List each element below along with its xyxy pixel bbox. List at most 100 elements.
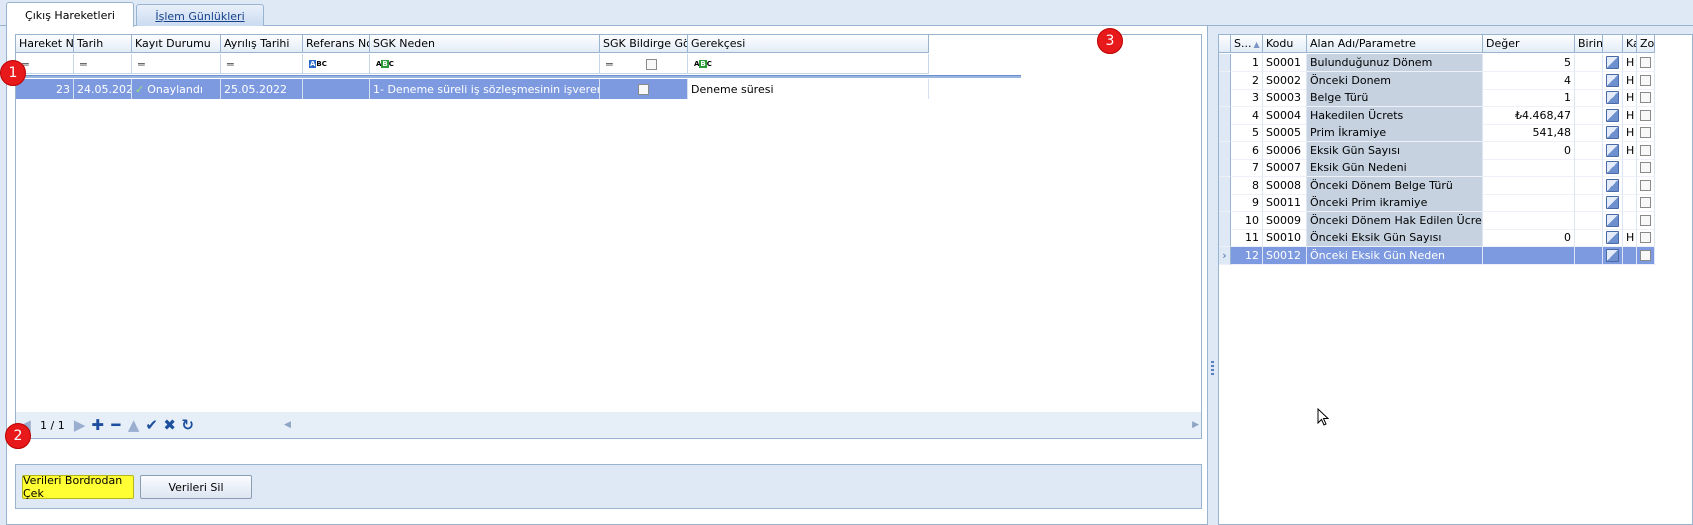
cell-alan-adi[interactable]: Eksik Gün Sayısı	[1307, 141, 1483, 160]
parameter-row[interactable]: › 12 S0012 Önceki Eksik Gün Neden	[1219, 246, 1655, 265]
delete-data-button[interactable]: Verileri Sil	[140, 475, 252, 499]
cell-alan-adi[interactable]: Önceki Dönem Belge Türü	[1307, 176, 1483, 195]
filter-cell[interactable]: ═	[132, 54, 221, 74]
parameter-row[interactable]: 6 S0006 Eksik Gün Sayısı 0 H	[1219, 141, 1655, 160]
col-birim[interactable]: Birim	[1575, 35, 1603, 53]
cell-alan-adi[interactable]: Hakedilen Ücrets	[1307, 106, 1483, 125]
col-edit[interactable]	[1603, 35, 1623, 53]
cell-birim[interactable]	[1575, 89, 1603, 107]
cell-kodu[interactable]: S0003	[1263, 89, 1307, 107]
parameter-row[interactable]: 2 S0002 Önceki Donem 4 H	[1219, 71, 1655, 90]
cell-zor[interactable]	[1637, 194, 1655, 212]
cell-edit[interactable]	[1603, 124, 1623, 142]
cell-ka[interactable]: H	[1623, 106, 1637, 125]
cell-edit[interactable]	[1603, 89, 1623, 107]
cell-sira[interactable]: 5	[1231, 124, 1263, 142]
cell-kodu[interactable]: S0008	[1263, 176, 1307, 195]
parameter-row[interactable]: 9 S0011 Önceki Prim ikramiye	[1219, 194, 1655, 212]
bildirge-checkbox[interactable]	[638, 83, 649, 95]
cell-deger[interactable]: 4	[1483, 71, 1575, 90]
cell-kodu[interactable]: S0011	[1263, 194, 1307, 212]
edit-up-icon[interactable]: ▲	[125, 414, 143, 436]
col-sgk-neden[interactable]: SGK Neden	[370, 35, 600, 53]
horizontal-scrollbar[interactable]: ◀ ▶	[284, 418, 1199, 432]
zorunlu-checkbox[interactable]	[1640, 74, 1651, 86]
parameter-row[interactable]: 1 S0001 Bulunduğunuz Dönem 5 H	[1219, 54, 1655, 72]
cell-deger[interactable]: 0	[1483, 141, 1575, 160]
cell-edit[interactable]	[1603, 71, 1623, 90]
cell-ka[interactable]	[1623, 246, 1637, 265]
cancel-icon[interactable]: ✖	[161, 414, 179, 436]
cell-sira[interactable]: 8	[1231, 176, 1263, 195]
col-kodu[interactable]: Kodu	[1263, 35, 1307, 53]
cell-deger[interactable]	[1483, 194, 1575, 212]
cell-sgk-neden[interactable]: 1- Deneme süreli iş sözleşmesinin işvere…	[370, 79, 600, 99]
cell-deger[interactable]: 0	[1483, 229, 1575, 247]
cell-zor[interactable]	[1637, 54, 1655, 72]
zorunlu-checkbox[interactable]	[1640, 179, 1651, 191]
cell-edit[interactable]	[1603, 54, 1623, 72]
tab-islem-gunlukleri[interactable]: İşlem Günlükleri	[136, 4, 264, 27]
cell-alan-adi[interactable]: Önceki Eksik Gün Sayısı	[1307, 229, 1483, 247]
cell-sira[interactable]: 7	[1231, 159, 1263, 177]
cell-deger[interactable]	[1483, 159, 1575, 177]
cell-zor[interactable]	[1637, 159, 1655, 177]
cell-sira[interactable]: 3	[1231, 89, 1263, 107]
cell-ka[interactable]	[1623, 159, 1637, 177]
zorunlu-checkbox[interactable]	[1640, 249, 1651, 261]
cell-kodu[interactable]: S0002	[1263, 71, 1307, 90]
edit-icon[interactable]	[1606, 56, 1619, 69]
col-alan-adi[interactable]: Alan Adı/Parametre	[1307, 35, 1483, 53]
col-deger[interactable]: Değer	[1483, 35, 1575, 53]
refresh-icon[interactable]: ↻	[179, 414, 197, 436]
cell-deger[interactable]	[1483, 246, 1575, 265]
edit-icon[interactable]	[1606, 91, 1619, 104]
cell-edit[interactable]	[1603, 176, 1623, 195]
cell-birim[interactable]	[1575, 229, 1603, 247]
col-referans-no[interactable]: Referans No	[303, 35, 370, 53]
cell-birim[interactable]	[1575, 159, 1603, 177]
cell-ka[interactable]: H	[1623, 124, 1637, 142]
cell-kayit-durumu[interactable]: ✓ Onaylandı	[132, 79, 221, 99]
parameter-row[interactable]: 4 S0004 Hakedilen Ücrets ₺4.468,47 H	[1219, 106, 1655, 125]
zorunlu-checkbox[interactable]	[1640, 232, 1651, 243]
col-hareket-no[interactable]: Hareket No	[16, 35, 74, 53]
cell-alan-adi[interactable]: Önceki Eksik Gün Neden	[1307, 246, 1483, 265]
col-sira[interactable]: S... ▲	[1231, 35, 1263, 53]
cell-deger[interactable]	[1483, 176, 1575, 195]
cell-edit[interactable]	[1603, 106, 1623, 125]
cell-kodu[interactable]: S0004	[1263, 106, 1307, 125]
parameter-row[interactable]: 5 S0005 Prim İkramiye 541,48 H	[1219, 124, 1655, 142]
cell-birim[interactable]	[1575, 246, 1603, 265]
edit-icon[interactable]	[1606, 108, 1619, 122]
filter-cell[interactable]: ═	[74, 54, 132, 74]
edit-icon[interactable]	[1606, 213, 1619, 227]
zorunlu-checkbox[interactable]	[1640, 57, 1651, 68]
cell-zor[interactable]	[1637, 71, 1655, 90]
cell-sira[interactable]: 9	[1231, 194, 1263, 212]
cell-ka[interactable]: H	[1623, 54, 1637, 72]
cell-edit[interactable]	[1603, 246, 1623, 265]
cell-ka[interactable]	[1623, 194, 1637, 212]
cell-edit[interactable]	[1603, 229, 1623, 247]
col-kayit-durumu[interactable]: Kayıt Durumu	[132, 35, 221, 53]
col-ka[interactable]: Ka	[1623, 35, 1637, 53]
cell-alan-adi[interactable]: Eksik Gün Nedeni	[1307, 159, 1483, 177]
cell-sgk-bildirge[interactable]	[600, 79, 688, 99]
cell-birim[interactable]	[1575, 141, 1603, 160]
tab-cikis-hareketleri[interactable]: Çıkış Hareketleri	[6, 2, 134, 27]
cell-birim[interactable]	[1575, 106, 1603, 125]
zorunlu-checkbox[interactable]	[1640, 144, 1651, 156]
cell-kodu[interactable]: S0007	[1263, 159, 1307, 177]
zorunlu-checkbox[interactable]	[1640, 214, 1651, 226]
col-gerekcesi[interactable]: Gerekçesi	[688, 35, 929, 53]
cell-gerekcesi[interactable]: Deneme süresi	[688, 79, 929, 99]
parameter-row[interactable]: 7 S0007 Eksik Gün Nedeni	[1219, 159, 1655, 177]
cell-referans-no[interactable]	[303, 79, 370, 99]
cell-sira[interactable]: 12	[1231, 246, 1263, 265]
cell-edit[interactable]	[1603, 159, 1623, 177]
cell-zor[interactable]	[1637, 124, 1655, 142]
cell-zor[interactable]	[1637, 229, 1655, 247]
parameter-row[interactable]: 11 S0010 Önceki Eksik Gün Sayısı 0 H	[1219, 229, 1655, 247]
filter-cell[interactable]: ═	[600, 54, 688, 74]
